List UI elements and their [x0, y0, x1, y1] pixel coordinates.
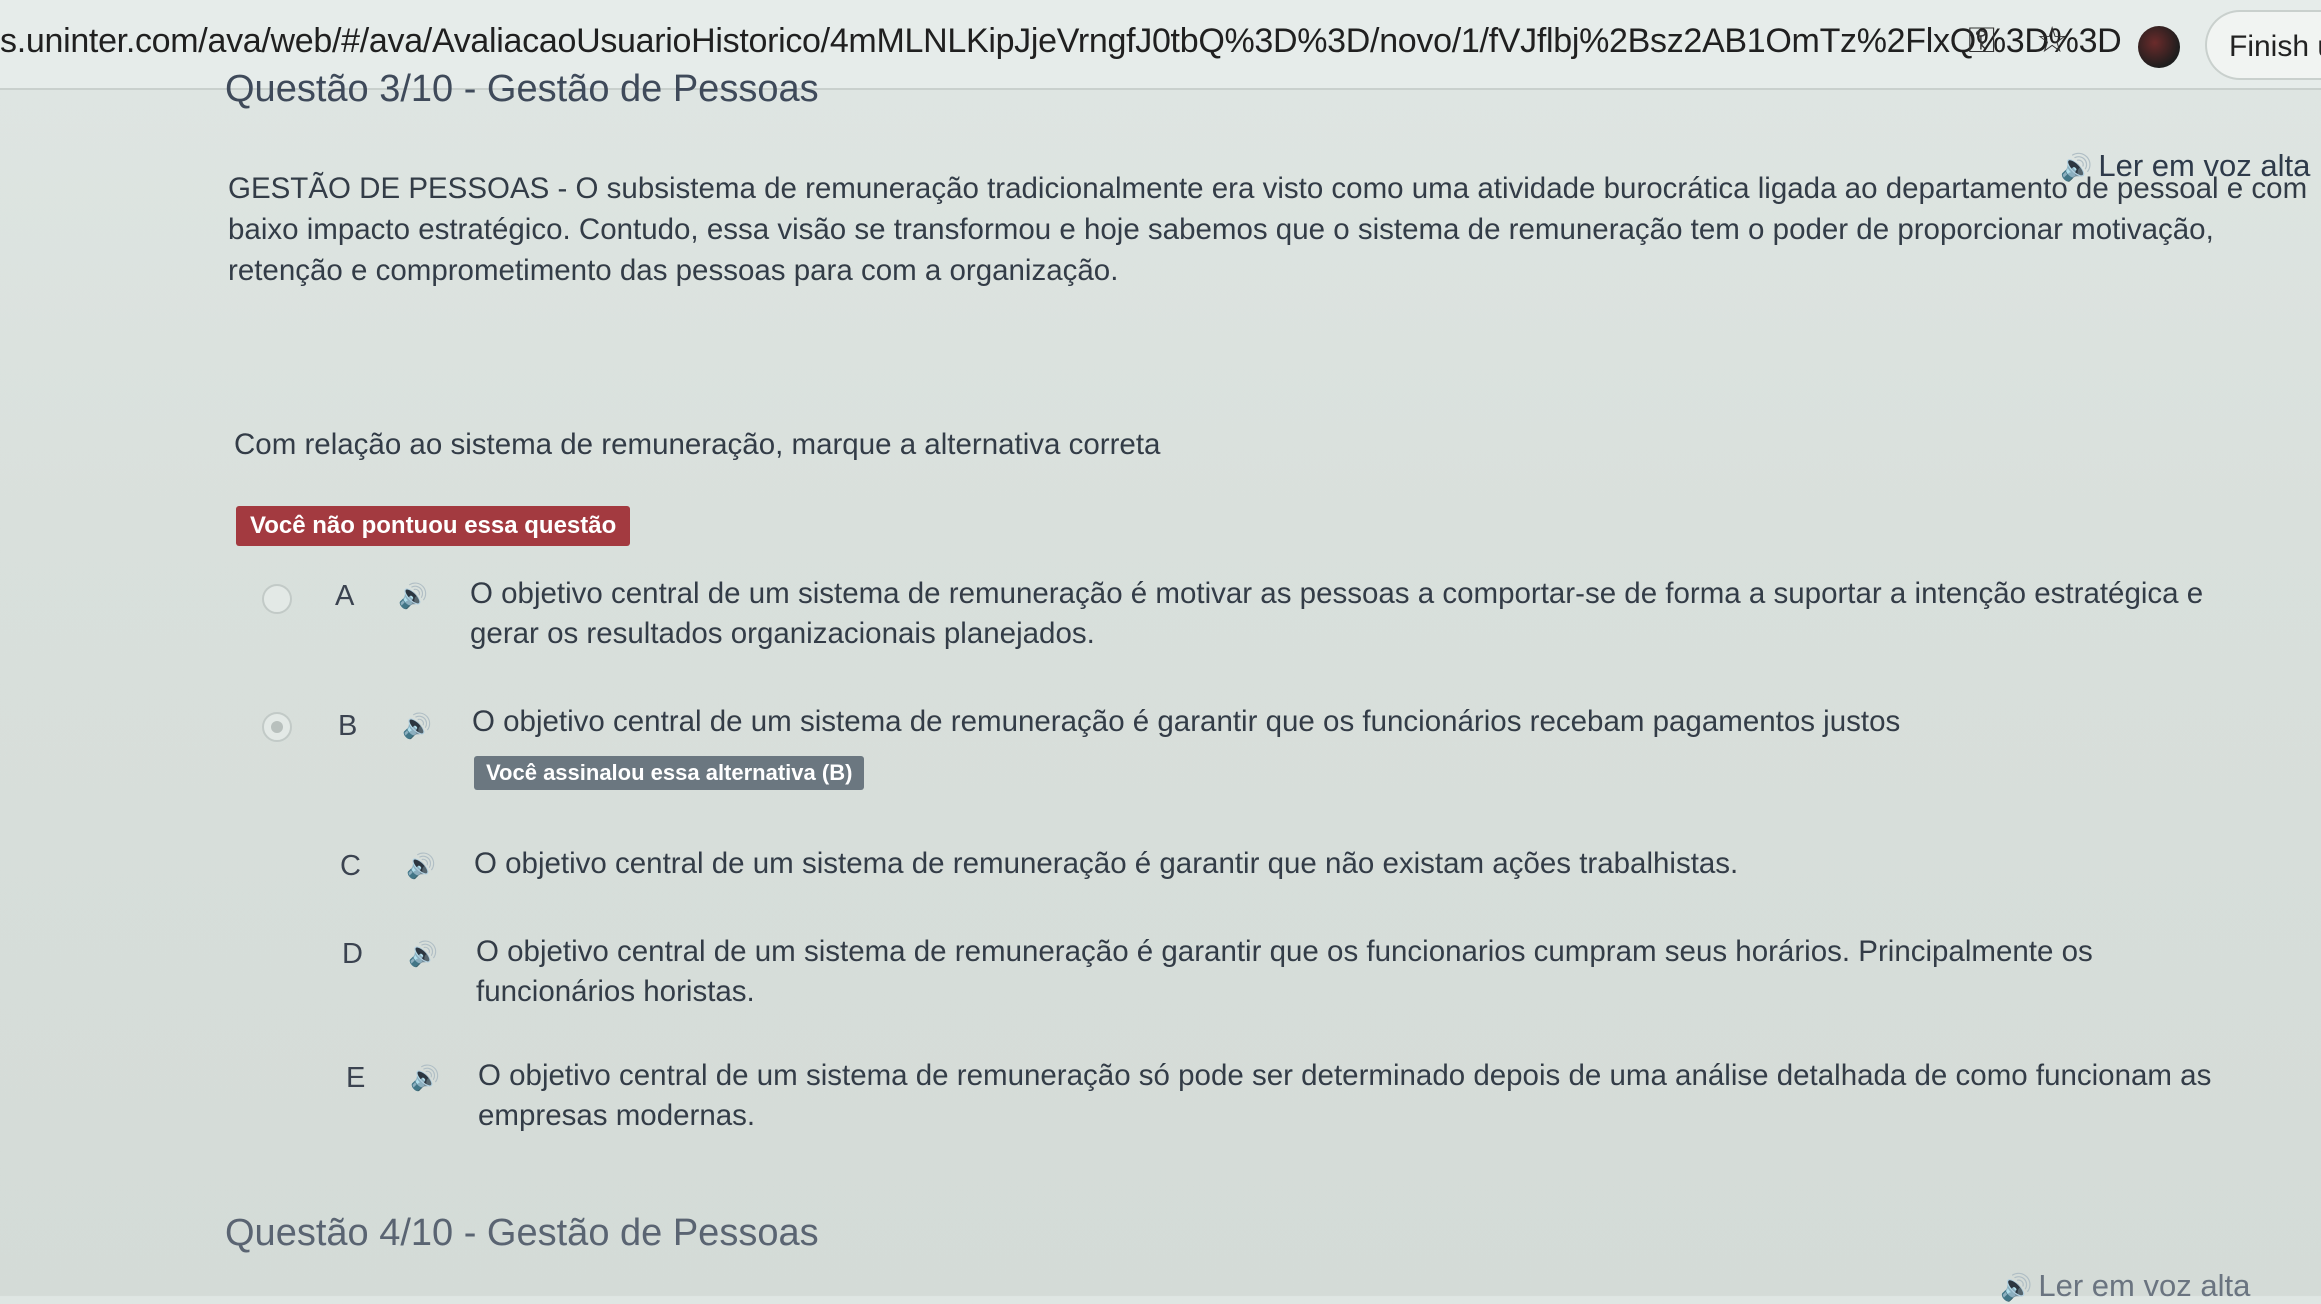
- alternative-letter: E: [346, 1062, 366, 1094]
- star-icon[interactable]: ☆: [2036, 22, 2068, 58]
- read-aloud-label: Ler em voz alta: [2038, 1268, 2251, 1303]
- key-icon[interactable]: ⚿: [1968, 22, 1995, 58]
- alternative-letter: B: [338, 710, 358, 742]
- alternative-letter: A: [335, 580, 355, 612]
- speaker-icon[interactable]: 🔊: [410, 1064, 440, 1093]
- read-aloud-button-next[interactable]: 🔊 Ler em voz alta: [2000, 1268, 2250, 1304]
- speaker-icon[interactable]: 🔊: [406, 852, 436, 881]
- chosen-alternative-badge: Você assinalou essa alternativa (B): [474, 756, 865, 790]
- alternative-letter: D: [342, 938, 363, 970]
- speaker-icon[interactable]: 🔊: [398, 582, 428, 611]
- alternative-text: O objetivo central de um sistema de remu…: [476, 935, 2093, 1008]
- finish-button[interactable]: Finish up: [2205, 10, 2321, 80]
- alternative-text: O objetivo central de um sistema de remu…: [470, 577, 2204, 650]
- question-title: Questão 3/10 - Gestão de Pessoas: [225, 68, 819, 110]
- alternative-text: O objetivo central de um sistema de remu…: [472, 705, 1901, 738]
- speaker-icon: 🔊: [2000, 1272, 2033, 1302]
- speaker-icon[interactable]: 🔊: [402, 712, 432, 741]
- question-statement: GESTÃO DE PESSOAS - O subsistema de remu…: [228, 172, 2308, 287]
- score-status-badge: Você não pontuou essa questão: [236, 506, 631, 546]
- next-question-title: Questão 4/10 - Gestão de Pessoas: [225, 1212, 819, 1254]
- alternative-text: O objetivo central de um sistema de remu…: [478, 1059, 2212, 1132]
- speaker-icon[interactable]: 🔊: [408, 940, 438, 969]
- question-prompt: Com relação ao sistema de remuneração, m…: [234, 428, 1161, 461]
- radio-a[interactable]: [262, 584, 292, 614]
- radio-b[interactable]: [262, 712, 292, 742]
- alternative-text: O objetivo central de um sistema de remu…: [474, 847, 1739, 880]
- url-field[interactable]: s.uninter.com/ava/web/#/ava/AvaliacaoUsu…: [0, 22, 2122, 61]
- alternative-letter: C: [340, 850, 361, 882]
- profile-avatar[interactable]: [2138, 26, 2180, 68]
